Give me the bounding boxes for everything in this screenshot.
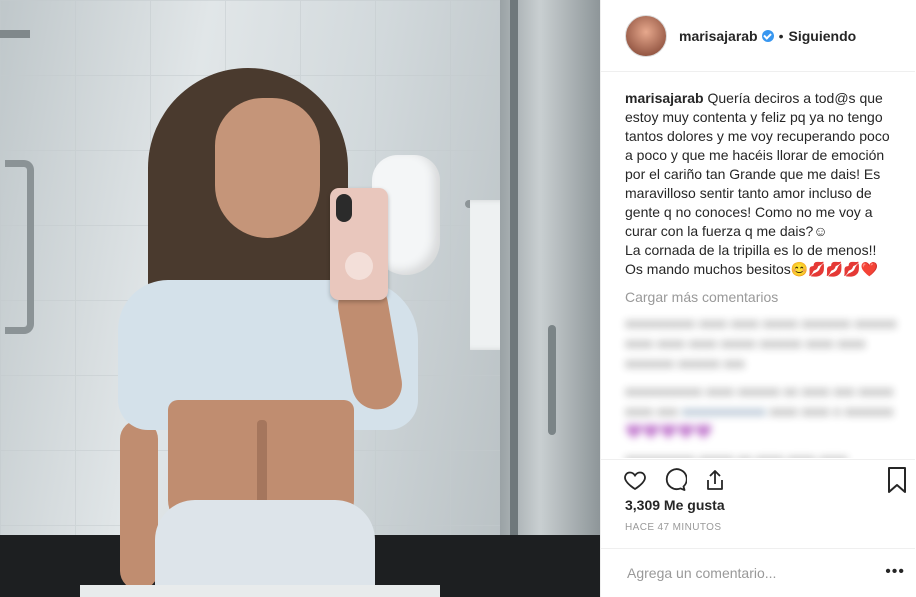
instagram-post: marisajarab • Siguiendo marisajarab Quer… — [0, 0, 916, 597]
avatar[interactable] — [625, 14, 667, 57]
add-comment-bar: ••• — [601, 548, 915, 597]
sink — [80, 585, 440, 597]
grab-bar — [5, 160, 34, 334]
post-details-panel: marisajarab • Siguiendo marisajarab Quer… — [600, 0, 915, 597]
load-more-comments-button[interactable]: Cargar más comentarios — [625, 289, 899, 305]
door-frame — [510, 0, 518, 597]
post-photo[interactable] — [0, 0, 600, 597]
heart-icon[interactable] — [623, 468, 647, 492]
person-face — [215, 98, 320, 238]
phone-camera — [336, 194, 352, 222]
verified-icon — [761, 29, 774, 42]
bookmark-icon[interactable] — [885, 466, 909, 494]
blurred-comment: xxxxxxxxxx xxxxx xx xxxx xxxx xxxx — [625, 449, 899, 458]
wall-pipe — [0, 30, 30, 38]
person-pants — [155, 500, 375, 597]
blurred-comments: xxxxxxxxxx xxxx xxxx xxxxx xxxxxxx xxxxx… — [625, 313, 899, 458]
header-username[interactable]: marisajarab — [679, 28, 758, 44]
post-caption: marisajarab Quería deciros a tod@s que e… — [625, 89, 899, 279]
comments-section[interactable]: marisajarab Quería deciros a tod@s que e… — [601, 73, 915, 458]
more-icon[interactable]: ••• — [885, 563, 905, 581]
separator-dot: • — [778, 27, 784, 44]
caption-text: Quería deciros a tod@s que estoy muy con… — [625, 90, 890, 277]
comment-icon[interactable] — [663, 468, 687, 492]
phone — [330, 188, 388, 300]
door-handle — [548, 325, 556, 435]
follow-button[interactable]: Siguiendo — [789, 28, 857, 44]
share-icon[interactable] — [703, 468, 727, 492]
apple-logo-icon — [352, 232, 366, 246]
phone-circle — [345, 252, 373, 280]
post-timestamp[interactable]: HACE 47 MINUTOS — [625, 522, 721, 533]
post-header: marisajarab • Siguiendo — [601, 0, 915, 72]
blurred-comment: xxxxxxxxxxx xxxx xxxxxx xx xxxx xxx xxxx… — [625, 383, 894, 439]
caption-username[interactable]: marisajarab — [625, 90, 704, 106]
post-actions — [601, 459, 915, 500]
comment-input[interactable] — [625, 564, 869, 582]
likes-count[interactable]: 3,309 Me gusta — [625, 497, 725, 513]
person-left-arm — [120, 420, 158, 590]
blurred-comment: xxxxxxxxxx xxxx xxxx xxxxx xxxxxxx xxxxx… — [625, 315, 897, 371]
